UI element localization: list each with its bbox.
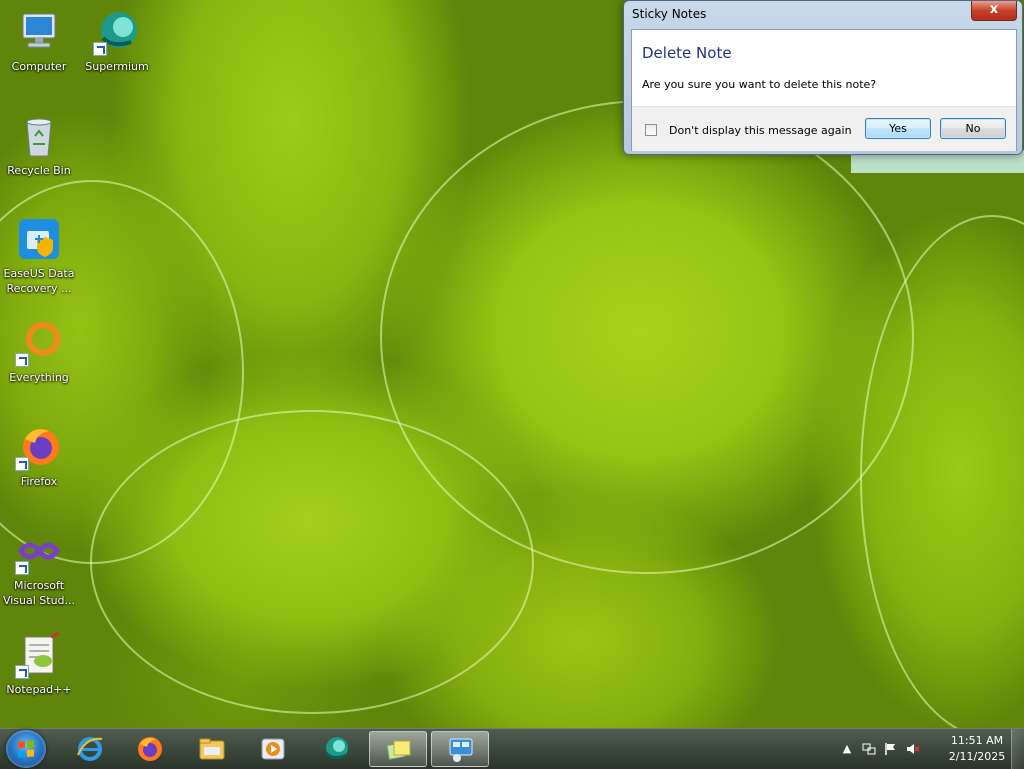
taskbar-file-explorer[interactable] (183, 731, 241, 767)
desktop-icon-recycle-bin[interactable]: Recycle Bin (1, 112, 77, 178)
action-center-flag-icon[interactable] (884, 742, 898, 756)
system-tray: ▲ 11:51 AM 2/11/2025 (834, 729, 1024, 769)
shortcut-arrow-icon (15, 561, 29, 575)
desktop-icon-label: Supermium (85, 60, 149, 73)
no-button[interactable]: No (940, 118, 1006, 139)
delete-note-dialog: Sticky Notes x Delete Note Are you sure … (623, 0, 1023, 155)
shortcut-arrow-icon (93, 42, 107, 56)
taskbar-internet-explorer[interactable] (61, 731, 119, 767)
dont-display-checkbox[interactable] (645, 124, 657, 136)
desktop-icon-label: Computer (11, 60, 67, 73)
volume-muted-icon[interactable] (906, 742, 920, 756)
sticky-notes-icon (386, 740, 411, 760)
dialog-content: Delete Note Are you sure you want to del… (631, 29, 1017, 151)
dialog-heading: Delete Note (642, 44, 732, 62)
dont-display-label[interactable]: Don't display this message again (669, 124, 852, 137)
desktop-icon-visual-studio[interactable]: Microsoft Visual Stud... (1, 527, 77, 608)
desktop-icon-label: Recycle Bin (7, 164, 71, 177)
shortcut-arrow-icon (15, 665, 29, 679)
close-icon: x (989, 2, 999, 17)
remote-desktop-icon (449, 738, 473, 762)
desktop-icon-label: Everything (9, 371, 69, 384)
show-hidden-icons-chevron-icon[interactable]: ▲ (840, 742, 854, 756)
media-player-icon (261, 738, 285, 760)
desktop-icon-easeus[interactable]: EaseUS Data Recovery ... (1, 215, 77, 296)
notepadpp-icon (15, 631, 63, 679)
firefox-icon (138, 737, 162, 761)
desktop-icon-everything[interactable]: Everything (1, 319, 77, 385)
shortcut-arrow-icon (15, 353, 29, 367)
computer-icon (15, 8, 63, 56)
desktop-icon-supermium[interactable]: Supermium (79, 8, 155, 74)
start-button[interactable] (6, 730, 46, 768)
desktop-icon-firefox[interactable]: Firefox (1, 423, 77, 489)
desktop-icon-label: EaseUS Data Recovery ... (3, 267, 75, 295)
show-desktop-button[interactable] (1011, 729, 1024, 769)
visual-studio-icon (15, 527, 63, 575)
close-button[interactable]: x (971, 1, 1017, 21)
desktop-icon-label: Microsoft Visual Stud... (2, 579, 76, 607)
everything-icon (15, 319, 63, 367)
recycle-bin-icon (15, 112, 63, 160)
desktop-wallpaper: Computer Supermium Recycle Bin EaseUS Da… (0, 0, 1024, 728)
desktop-icon-label: Notepad++ (6, 683, 72, 696)
clock-time[interactable]: 11:51 AM (944, 734, 1010, 747)
easeus-icon (15, 215, 63, 263)
supermium-icon (324, 737, 348, 760)
taskbar-media-player[interactable] (244, 731, 302, 767)
desktop-icon-label: Firefox (20, 475, 58, 488)
supermium-icon (93, 8, 141, 56)
network-icon[interactable] (862, 742, 876, 756)
dialog-message: Are you sure you want to delete this not… (642, 78, 877, 91)
windows-logo-icon (18, 740, 34, 758)
desktop-icon-computer[interactable]: Computer (1, 8, 77, 74)
yes-button[interactable]: Yes (865, 118, 931, 139)
file-explorer-icon (199, 738, 225, 760)
taskbar-firefox[interactable] (121, 731, 179, 767)
internet-explorer-icon (77, 737, 103, 761)
taskbar-sticky-notes[interactable] (369, 731, 427, 767)
taskbar: ▲ 11:51 AM 2/11/2025 (0, 728, 1024, 769)
taskbar-remote-desktop[interactable] (431, 731, 489, 767)
shortcut-arrow-icon (15, 457, 29, 471)
desktop-icon-notepadpp[interactable]: Notepad++ (1, 631, 77, 697)
dialog-title: Sticky Notes (632, 7, 707, 21)
dialog-footer: Don't display this message again Yes No (632, 106, 1016, 151)
clock-date[interactable]: 2/11/2025 (944, 750, 1010, 763)
firefox-icon (15, 423, 63, 471)
taskbar-supermium[interactable] (307, 731, 365, 767)
